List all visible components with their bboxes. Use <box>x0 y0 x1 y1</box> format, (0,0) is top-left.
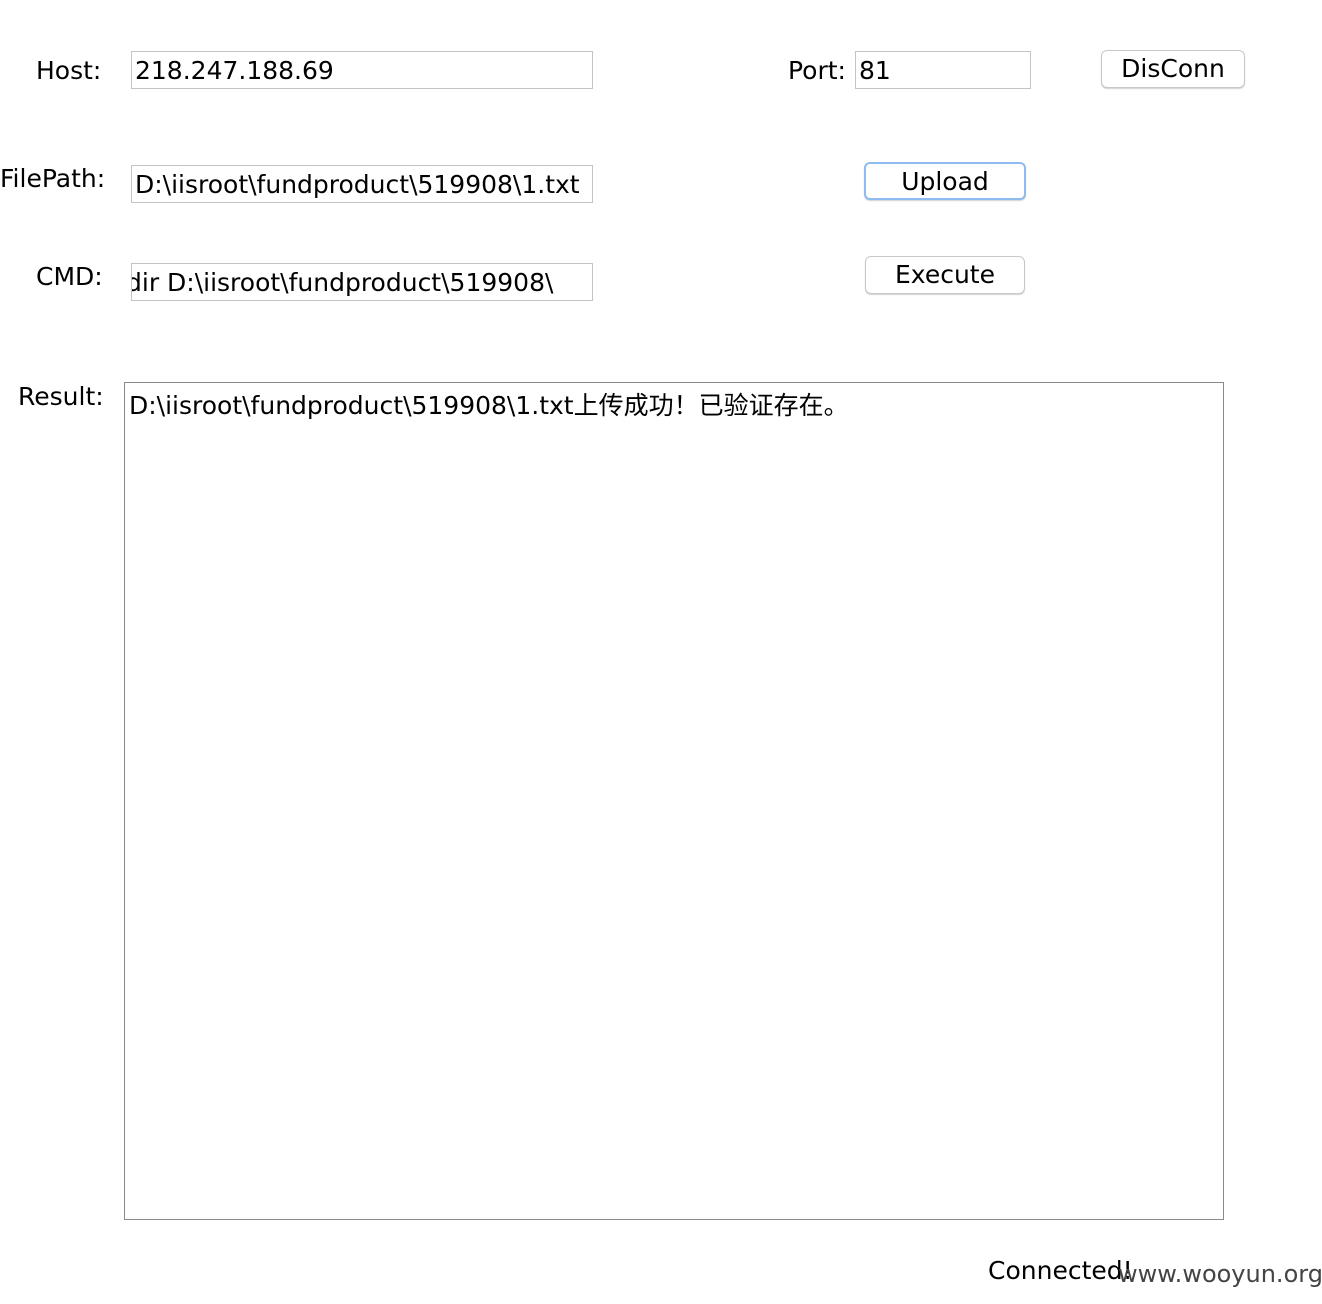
filepath-input[interactable]: D:\iisroot\fundproduct\519908\1.txt <box>131 165 593 203</box>
host-input[interactable]: 218.247.188.69 <box>131 51 593 89</box>
result-textarea[interactable]: D:\iisroot\fundproduct\519908\1.txt上传成功！… <box>124 382 1224 1220</box>
status-text: Connected! <box>988 1256 1133 1285</box>
port-input[interactable]: 81 <box>855 51 1031 89</box>
execute-button[interactable]: Execute <box>865 256 1025 294</box>
result-label: Result: <box>18 382 104 411</box>
cmd-input[interactable]: dir D:\iisroot\fundproduct\519908\ <box>131 263 593 301</box>
cmd-label: CMD: <box>36 262 103 291</box>
filepath-label: FilePath: <box>0 164 106 193</box>
host-label: Host: <box>36 56 102 85</box>
cmd-input-text: dir D:\iisroot\fundproduct\519908\ <box>131 268 554 297</box>
watermark: www.wooyun.org <box>1118 1260 1322 1288</box>
disconnect-button[interactable]: DisConn <box>1101 50 1245 88</box>
port-label: Port: <box>788 56 846 85</box>
upload-button[interactable]: Upload <box>864 162 1026 200</box>
